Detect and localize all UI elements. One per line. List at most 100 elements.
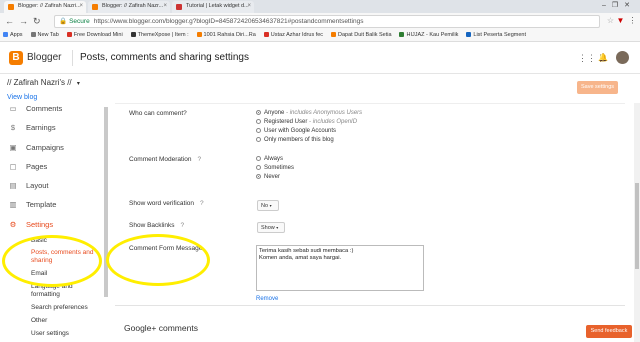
- settings-sub-search[interactable]: Search preferences: [31, 304, 88, 312]
- page-icon: [66, 32, 72, 37]
- bookmark-item[interactable]: Apps: [0, 30, 26, 38]
- word-verification-select[interactable]: No ▾: [257, 200, 279, 211]
- sidebar-item-settings[interactable]: ⚙ Settings: [8, 220, 53, 229]
- who-can-comment-label: Who can comment?: [129, 110, 187, 117]
- menu-icon[interactable]: ⋮: [628, 16, 637, 26]
- radio-icon: [256, 119, 261, 124]
- avatar[interactable]: [616, 51, 629, 64]
- sidebar-item-template[interactable]: ▥ Template: [8, 200, 56, 209]
- star-icon[interactable]: ☆: [606, 16, 615, 26]
- bookmarks-bar: Apps New Tab Free Download Mini ThemeXpo…: [0, 30, 640, 42]
- radio-registered-user[interactable]: Registered User - includes OpenID: [256, 119, 357, 125]
- comment-icon: ▭: [9, 104, 17, 113]
- bookmark-item[interactable]: 1001 Rahsia Diri...Ra: [194, 30, 259, 38]
- send-feedback-button[interactable]: Send feedback: [586, 325, 632, 338]
- sidebar-item-comments[interactable]: ▭ Comments: [8, 104, 62, 113]
- settings-sub-other[interactable]: Other: [31, 317, 47, 325]
- window-controls[interactable]: –❐✕: [602, 1, 636, 9]
- help-icon[interactable]: ?: [181, 222, 185, 229]
- close-icon[interactable]: ×: [79, 3, 83, 9]
- sidebar-item-campaigns[interactable]: ▣ Campaigns: [8, 143, 63, 152]
- close-icon[interactable]: ×: [163, 3, 167, 9]
- backlinks-label: Show Backlinks?: [129, 222, 185, 229]
- settings-panel: Who can comment? Anyone - includes Anony…: [110, 103, 632, 342]
- save-settings-button[interactable]: Save settings: [577, 81, 618, 94]
- notifications-icon[interactable]: 🔔: [598, 53, 608, 62]
- secure-label: Secure: [69, 18, 90, 25]
- help-icon[interactable]: ?: [200, 200, 204, 207]
- comment-moderation-label: Comment Moderation?: [129, 156, 202, 163]
- blogger-favicon-icon: [92, 4, 98, 10]
- help-icon[interactable]: ?: [198, 156, 202, 163]
- view-blog-link[interactable]: View blog: [7, 94, 37, 101]
- tab-title: Blogger: // Zafirah Nazr...: [102, 3, 164, 9]
- main-scrollbar[interactable]: [634, 103, 640, 342]
- page-icon: [30, 32, 36, 37]
- chevron-down-icon: ▾: [276, 225, 279, 230]
- gear-icon: ⚙: [9, 220, 17, 229]
- radio-icon: [256, 156, 261, 161]
- radio-google-accounts[interactable]: User with Google Accounts: [256, 128, 336, 134]
- pages-icon: ▢: [9, 162, 17, 171]
- page-favicon-icon: [176, 4, 182, 10]
- url-text: https://www.blogger.com/blogger.g?blogID…: [93, 18, 364, 25]
- bookmark-item[interactable]: List Peserta Segment: [463, 30, 529, 38]
- blog-name: // Zafirah Nazri's //: [7, 78, 72, 87]
- brand-name[interactable]: Blogger: [27, 52, 61, 63]
- extension-shield-icon[interactable]: ▼: [616, 16, 625, 26]
- chevron-down-icon: ▾: [76, 81, 80, 87]
- bookmark-item[interactable]: HIJJAZ - Kau Pemilik: [396, 30, 461, 38]
- close-icon[interactable]: ×: [247, 3, 251, 9]
- page-icon: [466, 32, 472, 37]
- settings-sub-user[interactable]: User settings: [31, 330, 69, 338]
- comment-form-textarea[interactable]: Terima kasih sebab sudi membaca :) Komen…: [256, 245, 424, 291]
- radio-anyone[interactable]: Anyone - includes Anonymous Users: [256, 110, 362, 116]
- bookmark-item[interactable]: Dapat Duit Balik Setia: [328, 30, 395, 38]
- radio-blog-members[interactable]: Only members of this blog: [256, 137, 334, 143]
- radio-icon: [256, 128, 261, 133]
- page-icon: [331, 32, 337, 37]
- sidebar-scrollbar[interactable]: [104, 107, 108, 297]
- blogger-favicon-icon: [8, 4, 14, 10]
- sidebar-item-pages[interactable]: ▢ Pages: [8, 162, 47, 171]
- radio-never[interactable]: Never: [256, 174, 280, 180]
- sidebar-item-layout[interactable]: ▤ Layout: [8, 181, 48, 190]
- page-icon: [196, 32, 202, 37]
- header-divider: [72, 50, 73, 66]
- bookmark-item[interactable]: Free Download Mini: [64, 30, 126, 38]
- bookmark-item[interactable]: New Tab: [28, 30, 62, 38]
- lock-icon: 🔒: [59, 18, 68, 25]
- tab-title: Blogger: // Zafirah Nazri...: [18, 3, 81, 9]
- dollar-icon: $: [10, 123, 16, 132]
- browser-tab[interactable]: Blogger: // Zafirah Nazri... ×: [4, 1, 86, 13]
- reload-icon[interactable]: ↻: [33, 16, 41, 27]
- layout-icon: ▤: [9, 181, 17, 190]
- radio-always[interactable]: Always: [256, 156, 283, 162]
- sidebar-item-earnings[interactable]: $ Earnings: [8, 123, 56, 132]
- highlight-circle: [106, 234, 210, 286]
- backlinks-select[interactable]: Show ▾: [257, 222, 285, 233]
- back-arrow-icon[interactable]: ←: [5, 16, 14, 26]
- browser-tab[interactable]: Tutorial | Letak widget d... ×: [172, 1, 254, 13]
- sidebar: ▭ Comments $ Earnings ▣ Campaigns ▢ Pages ▤ L…: [0, 103, 110, 342]
- highlight-circle: [2, 235, 102, 287]
- campaign-icon: ▣: [9, 143, 17, 152]
- forward-arrow-icon[interactable]: →: [19, 16, 28, 26]
- radio-selected-icon: [256, 110, 261, 115]
- page-icon: [130, 32, 136, 37]
- blogger-logo-icon[interactable]: B: [9, 51, 23, 65]
- radio-icon: [256, 165, 261, 170]
- bookmark-item[interactable]: ThemeXpose | Item :: [128, 30, 192, 38]
- blog-selector[interactable]: // Zafirah Nazri's // ▾: [7, 78, 80, 87]
- browser-tab[interactable]: Blogger: // Zafirah Nazr... ×: [88, 1, 170, 13]
- radio-sometimes[interactable]: Sometimes: [256, 165, 294, 171]
- browser-tab-strip: Blogger: // Zafirah Nazri... × Blogger: …: [0, 0, 640, 13]
- radio-icon: [256, 137, 261, 142]
- remove-link[interactable]: Remove: [256, 296, 278, 302]
- google-plus-comments-heading: Google+ comments: [124, 323, 198, 333]
- scrollbar-thumb[interactable]: [635, 183, 639, 269]
- page-icon: [263, 32, 269, 37]
- url-input[interactable]: 🔒 Secure https://www.blogger.com/blogger.g…: [54, 15, 600, 28]
- page-title: Posts, comments and sharing settings: [80, 52, 249, 63]
- bookmark-item[interactable]: Ustaz Azhar Idrus fec: [261, 30, 326, 38]
